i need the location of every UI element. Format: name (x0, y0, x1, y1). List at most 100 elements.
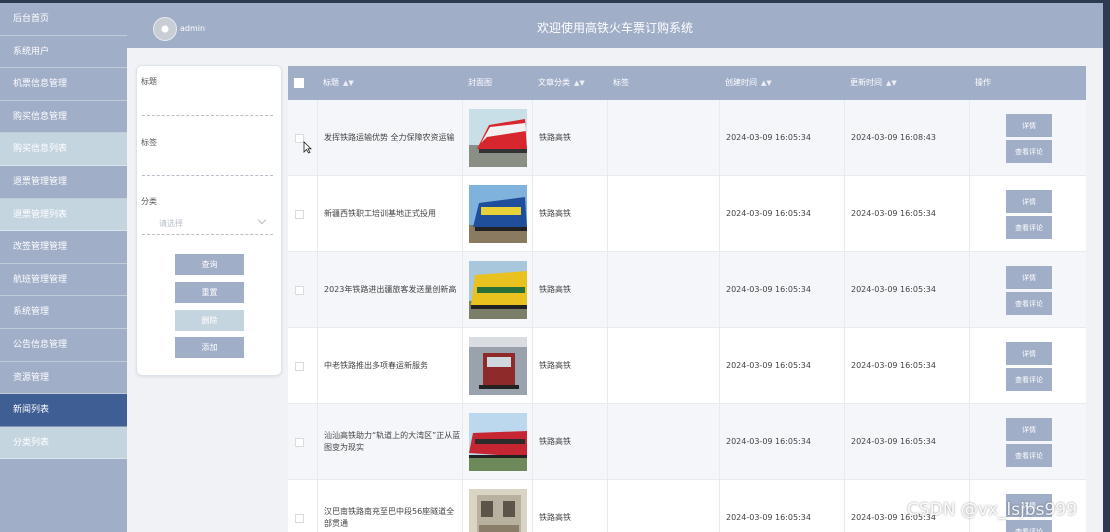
sidebar-item-system[interactable]: 系统管理 (0, 296, 127, 329)
table-row: 中老铁路推出多项春运新服务 铁路高铁 2024-03-09 16:05:34 2… (288, 328, 1086, 404)
news-category: 铁路高铁 (532, 404, 607, 480)
news-tag (607, 404, 719, 480)
detail-button[interactable]: 详情 (1006, 342, 1052, 365)
news-title: 新疆西铁职工培训基地正式投用 (317, 176, 462, 252)
news-category: 铁路高铁 (532, 176, 607, 252)
select-all-checkbox[interactable] (294, 78, 304, 88)
news-title: 2023年铁路进出疆旅客发送量创新高 (317, 252, 462, 328)
title-filter-input[interactable] (142, 115, 273, 116)
news-updated: 2024-03-09 16:05:34 (844, 328, 969, 404)
page-title: 欢迎使用高铁火车票订购系统 (536, 21, 693, 35)
cover-image (462, 176, 532, 252)
cover-image (462, 252, 532, 328)
sidebar-item-category-list[interactable]: 分类列表 (0, 426, 127, 460)
news-title: 汉巴南铁路南充至巴中段56座隧道全部贯通 (317, 480, 462, 532)
news-category: 铁路高铁 (532, 100, 607, 176)
sort-icon[interactable]: ▲▼ (343, 79, 354, 87)
column-updated-label: 更新时间 (850, 78, 882, 87)
view-comments-button[interactable]: 查看评论 (1006, 444, 1052, 467)
news-category: 铁路高铁 (532, 328, 607, 404)
sidebar-item-news-list[interactable]: 新闻列表 (0, 394, 127, 427)
news-created: 2024-03-09 16:05:34 (719, 480, 844, 532)
detail-button[interactable]: 详情 (1006, 190, 1052, 213)
category-select[interactable]: 请选择 (159, 218, 183, 229)
sidebar-item-announcements[interactable]: 公告信息管理 (0, 329, 127, 362)
sidebar-item-refund-manage[interactable]: 退票管理管理 (0, 166, 127, 199)
row-checkbox[interactable] (295, 514, 304, 523)
news-tag (607, 328, 719, 404)
cover-image (462, 328, 532, 404)
news-updated: 2024-03-09 16:05:34 (844, 404, 969, 480)
news-created: 2024-03-09 16:05:34 (719, 100, 844, 176)
sidebar-item-purchase-manage[interactable]: 购买信息管理 (0, 101, 127, 134)
tag-filter-input[interactable] (142, 175, 273, 176)
column-category-label: 文章分类 (538, 78, 570, 87)
detail-button[interactable]: 详情 (1006, 418, 1052, 441)
chevron-down-icon[interactable] (257, 215, 267, 225)
news-tag (607, 100, 719, 176)
row-checkbox[interactable] (295, 362, 304, 371)
sidebar-item-users[interactable]: 系统用户 (0, 36, 127, 69)
right-edge-bar (1103, 3, 1110, 532)
sort-icon[interactable]: ▲▼ (886, 79, 897, 87)
mouse-cursor-icon (303, 141, 312, 154)
table-row: 新疆西铁职工培训基地正式投用 铁路高铁 2024-03-09 16:05:34 … (288, 176, 1086, 252)
table-header: 标题 ▲▼ 封面图 文章分类 ▲▼ 标签 创建时间 ▲▼ 更新时间 ▲▼ 操作 (288, 66, 1086, 100)
search-panel: 标题 标签 分类 请选择 查询 重置 删除 添加 (136, 65, 282, 376)
detail-button[interactable]: 详情 (1006, 114, 1052, 137)
column-category[interactable]: 文章分类 ▲▼ (532, 66, 607, 100)
sidebar-item-home[interactable]: 后台首页 (0, 3, 127, 36)
row-actions: 详情 查看评论 (969, 252, 1086, 328)
news-updated: 2024-03-09 16:05:34 (844, 176, 969, 252)
view-comments-button[interactable]: 查看评论 (1006, 292, 1052, 315)
column-cover: 封面图 (468, 78, 492, 87)
news-updated: 2024-03-09 16:05:34 (844, 252, 969, 328)
news-tag (607, 480, 719, 532)
category-filter-label: 分类 (141, 197, 157, 206)
row-checkbox[interactable] (295, 438, 304, 447)
tag-filter-label: 标签 (141, 138, 157, 147)
sidebar: 后台首页 系统用户 机票信息管理 购买信息管理 购买信息列表 退票管理管理 退票… (0, 3, 127, 532)
delete-button[interactable]: 删除 (175, 310, 244, 331)
table-row: 汕汕高铁助力“轨道上的大湾区”正从蓝图变为现实 铁路高铁 2024-03-09 … (288, 404, 1086, 480)
header: admin 欢迎使用高铁火车票订购系统 (127, 3, 1103, 48)
view-comments-button[interactable]: 查看评论 (1006, 140, 1052, 163)
column-updated[interactable]: 更新时间 ▲▼ (844, 66, 969, 100)
row-checkbox[interactable] (295, 210, 304, 219)
row-checkbox[interactable] (295, 286, 304, 295)
news-title: 汕汕高铁助力“轨道上的大湾区”正从蓝图变为现实 (317, 404, 462, 480)
column-title[interactable]: 标题 ▲▼ (317, 66, 462, 100)
news-tag (607, 252, 719, 328)
news-title: 发挥铁路运输优势 全力保障农资运输 (317, 100, 462, 176)
table-row: 2023年铁路进出疆旅客发送量创新高 铁路高铁 2024-03-09 16:05… (288, 252, 1086, 328)
cover-image (462, 100, 532, 176)
sidebar-item-resources[interactable]: 资源管理 (0, 362, 127, 395)
query-button[interactable]: 查询 (175, 254, 244, 275)
view-comments-button[interactable]: 查看评论 (1006, 368, 1052, 391)
detail-button[interactable]: 详情 (1006, 266, 1052, 289)
news-title: 中老铁路推出多项春运新服务 (317, 328, 462, 404)
sort-icon[interactable]: ▲▼ (761, 79, 772, 87)
sidebar-item-flight-manage[interactable]: 航班管理管理 (0, 264, 127, 297)
sort-icon[interactable]: ▲▼ (574, 79, 585, 87)
news-category: 铁路高铁 (532, 252, 607, 328)
category-select-underline (142, 234, 273, 235)
add-button[interactable]: 添加 (175, 337, 244, 358)
column-created-label: 创建时间 (725, 78, 757, 87)
cover-image (462, 480, 532, 532)
view-comments-button[interactable]: 查看评论 (1006, 216, 1052, 239)
sidebar-item-change-manage[interactable]: 改签管理管理 (0, 231, 127, 264)
sidebar-item-refund-list[interactable]: 退票管理列表 (0, 198, 127, 232)
sidebar-item-ticket-info[interactable]: 机票信息管理 (0, 68, 127, 101)
row-actions: 详情 查看评论 (969, 100, 1086, 176)
table-row: 发挥铁路运输优势 全力保障农资运输 铁路高铁 2024-03-09 16:05:… (288, 100, 1086, 176)
view-comments-button[interactable]: 查看评论 (1006, 520, 1052, 532)
column-created[interactable]: 创建时间 ▲▼ (719, 66, 844, 100)
row-actions: 详情 查看评论 (969, 176, 1086, 252)
news-table: 标题 ▲▼ 封面图 文章分类 ▲▼ 标签 创建时间 ▲▼ 更新时间 ▲▼ 操作 发挥铁路… (288, 66, 1086, 532)
reset-button[interactable]: 重置 (175, 282, 244, 303)
cover-image (462, 404, 532, 480)
train-image (469, 261, 527, 319)
sidebar-item-purchase-list[interactable]: 购买信息列表 (0, 133, 127, 166)
column-title-label: 标题 (323, 78, 339, 87)
